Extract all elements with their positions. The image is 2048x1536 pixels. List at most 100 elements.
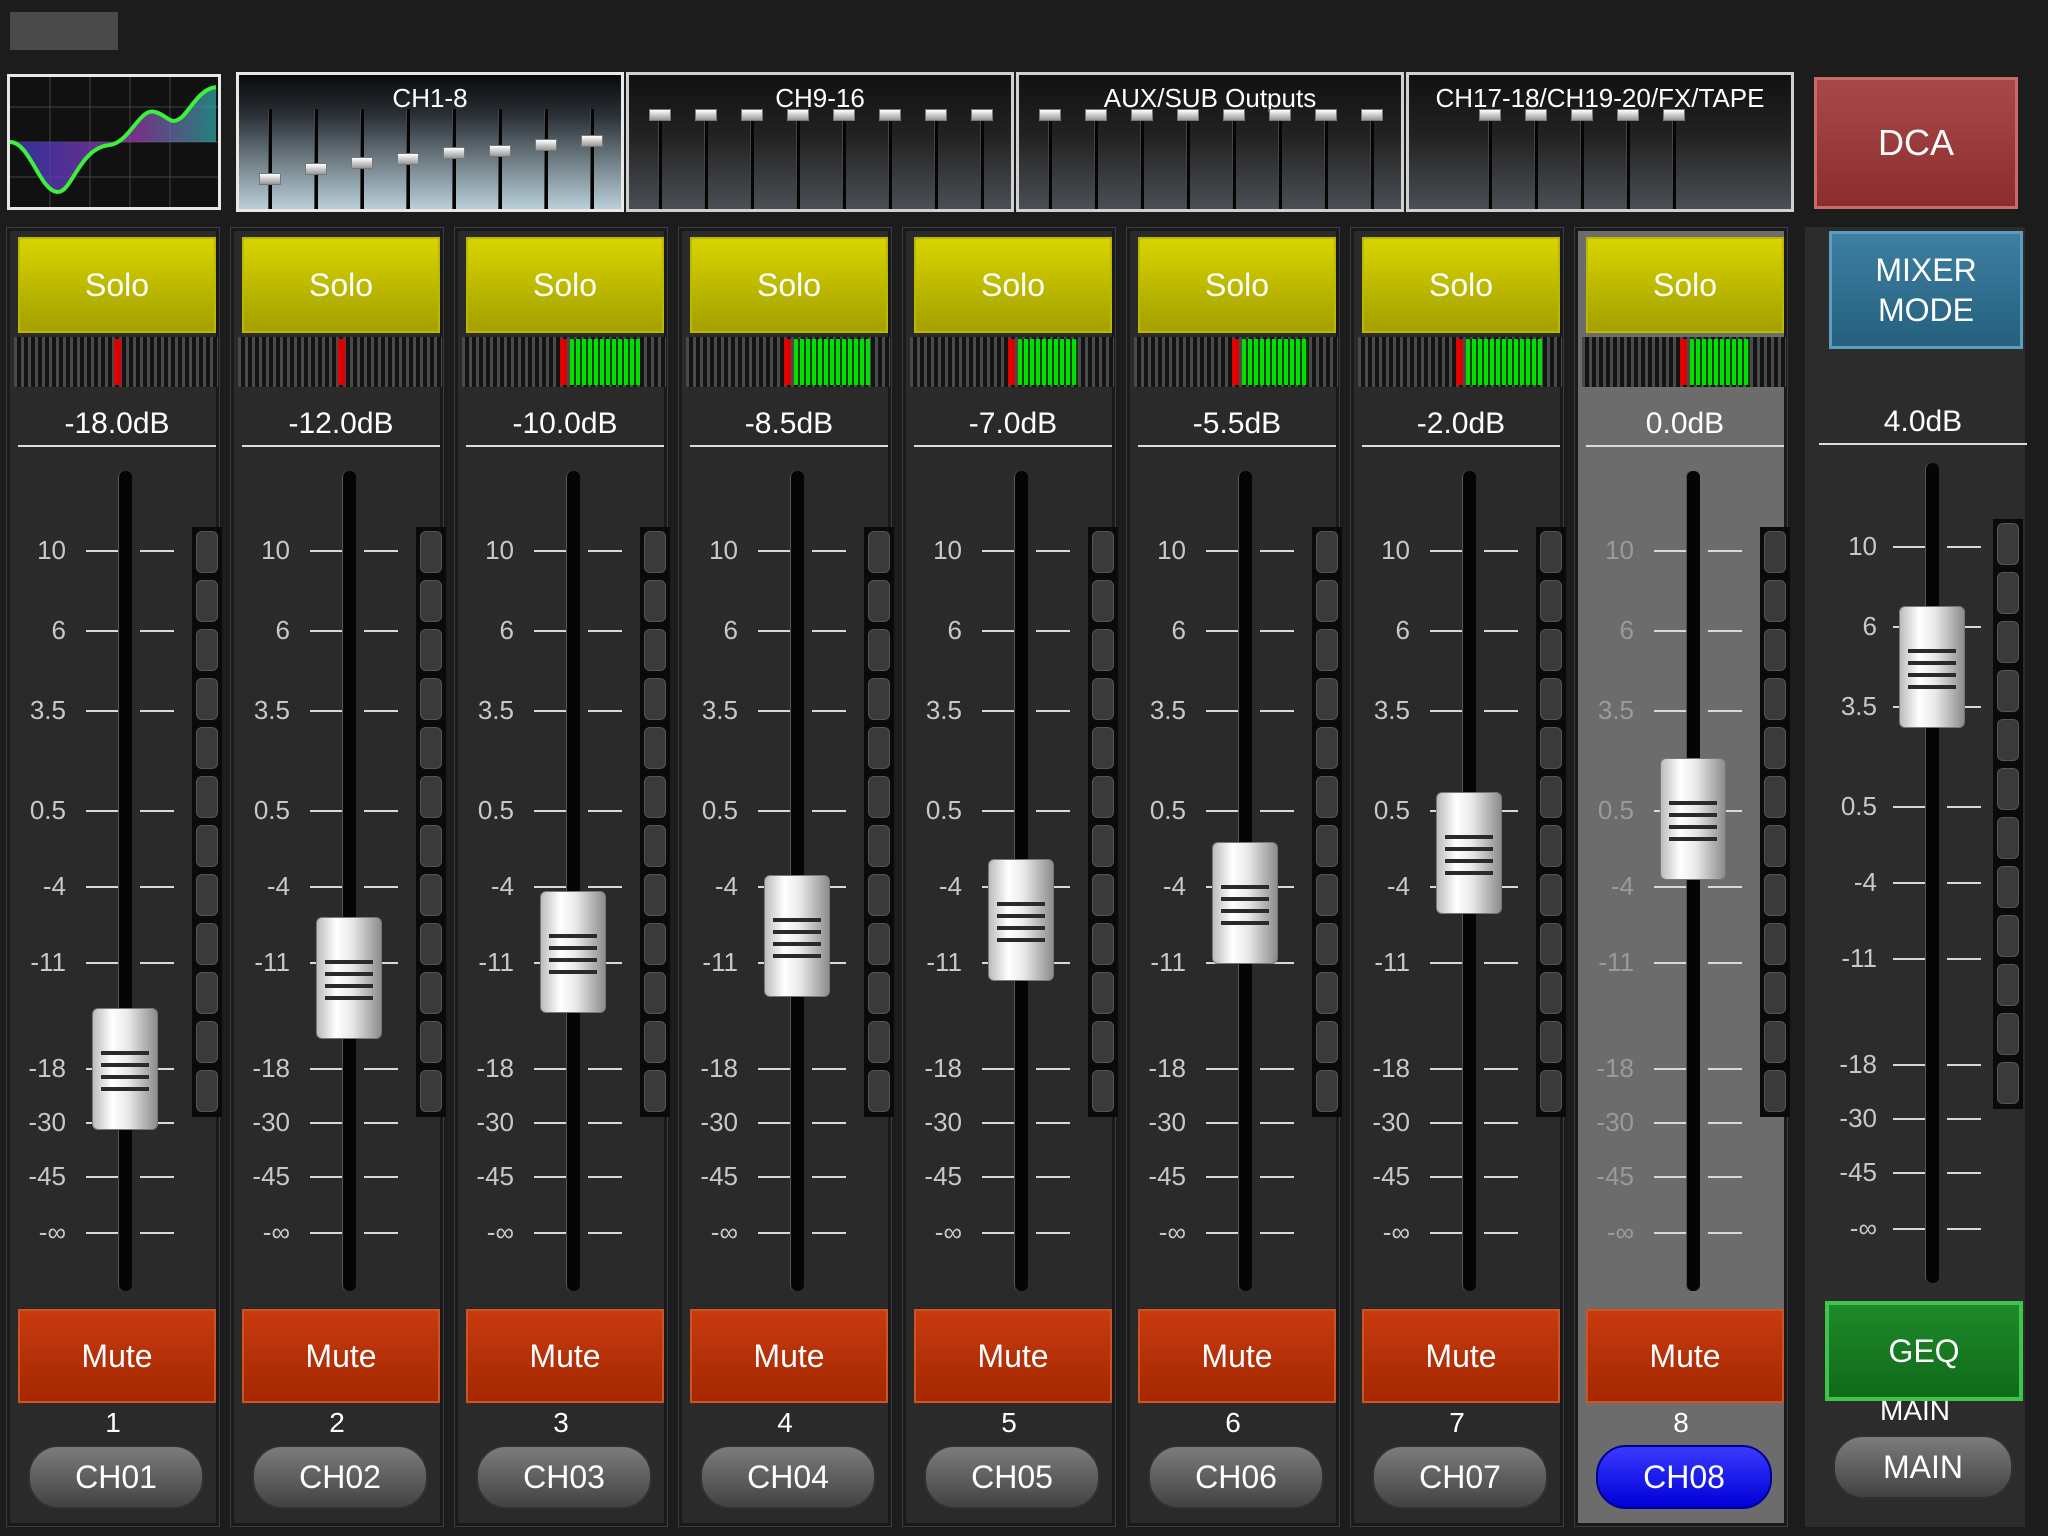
fader-track[interactable] bbox=[566, 471, 580, 1291]
bank-tab-label: CH1-8 bbox=[392, 83, 468, 113]
solo-button[interactable]: Solo bbox=[1362, 237, 1560, 333]
solo-button[interactable]: Solo bbox=[18, 237, 216, 333]
scale-label: -18 bbox=[1372, 1053, 1410, 1083]
mini-fader-icon bbox=[925, 109, 947, 209]
mini-fader-icon bbox=[489, 109, 511, 209]
fader-track[interactable] bbox=[342, 471, 356, 1291]
mini-fader-icon bbox=[971, 109, 993, 209]
mute-button[interactable]: Mute bbox=[690, 1309, 888, 1403]
solo-button[interactable]: Solo bbox=[466, 237, 664, 333]
scale-label: 3.5 bbox=[1840, 691, 1877, 721]
fader-knob[interactable] bbox=[1212, 842, 1278, 965]
scale-tick bbox=[588, 1068, 622, 1070]
mini-fader-icon bbox=[833, 109, 855, 209]
fader-track[interactable] bbox=[118, 471, 132, 1291]
channel-name-button[interactable]: CH07 bbox=[1372, 1445, 1548, 1509]
scale-tick bbox=[812, 550, 846, 552]
fader-knob[interactable] bbox=[988, 858, 1054, 981]
scale-tick bbox=[534, 1068, 568, 1070]
scale-tick bbox=[982, 1232, 1016, 1234]
channel-strip-8: Solo 0.0dB 10 6 3.5 0.5 -4 -11 -18 -30 -45 -∞ Mute 8 C… bbox=[1574, 227, 1790, 1527]
scale-tick bbox=[140, 962, 174, 964]
mute-button[interactable]: Mute bbox=[1362, 1309, 1560, 1403]
eq-curve-icon bbox=[10, 77, 218, 207]
scale-tick bbox=[982, 710, 1016, 712]
channel-name-button[interactable]: CH03 bbox=[476, 1445, 652, 1509]
fader-knob[interactable] bbox=[92, 1008, 158, 1130]
fader-knob[interactable] bbox=[1660, 758, 1726, 881]
bank-tab-1[interactable]: CH1-8 bbox=[236, 72, 624, 212]
fader-knob[interactable] bbox=[1899, 606, 1965, 728]
scale-tick bbox=[364, 1232, 398, 1234]
solo-button[interactable]: Solo bbox=[1138, 237, 1336, 333]
fader-track[interactable] bbox=[1925, 463, 1939, 1283]
scale-tick bbox=[1036, 630, 1070, 632]
scale-tick bbox=[310, 550, 344, 552]
scale-label: -11 bbox=[702, 947, 738, 977]
scale-tick bbox=[1947, 882, 1981, 884]
vertical-meter bbox=[416, 527, 446, 1117]
mini-fader-icon bbox=[1269, 109, 1291, 209]
solo-button[interactable]: Solo bbox=[1586, 237, 1784, 333]
mixer-mode-button[interactable]: MIXER MODE bbox=[1829, 231, 2023, 349]
solo-button[interactable]: Solo bbox=[914, 237, 1112, 333]
scale-label: 3.5 bbox=[925, 695, 962, 725]
scale-tick bbox=[1430, 1232, 1464, 1234]
scale-tick bbox=[812, 1176, 846, 1178]
fader-knob[interactable] bbox=[316, 917, 382, 1040]
geq-button[interactable]: GEQ bbox=[1825, 1301, 2023, 1401]
mute-button[interactable]: Mute bbox=[1586, 1309, 1784, 1403]
scale-label: -18 bbox=[28, 1053, 66, 1083]
top-tab-placeholder[interactable] bbox=[10, 12, 118, 50]
mute-button[interactable]: Mute bbox=[466, 1309, 664, 1403]
fader-knob[interactable] bbox=[764, 874, 830, 997]
vertical-meter bbox=[1312, 527, 1342, 1117]
scale-tick bbox=[982, 1122, 1016, 1124]
channel-name-button[interactable]: CH02 bbox=[252, 1445, 428, 1509]
eq-thumbnail[interactable] bbox=[7, 74, 221, 210]
scale-label: 0.5 bbox=[925, 795, 962, 825]
scale-tick bbox=[812, 710, 846, 712]
mute-button[interactable]: Mute bbox=[242, 1309, 440, 1403]
scale-tick bbox=[1430, 1176, 1464, 1178]
scale-label: 0.5 bbox=[1840, 791, 1877, 821]
level-meter bbox=[910, 337, 1114, 387]
scale-tick bbox=[1708, 550, 1742, 552]
channel-number: 8 bbox=[1673, 1407, 1689, 1438]
scale-label: 10 bbox=[1848, 531, 1877, 561]
scale-tick bbox=[310, 710, 344, 712]
scale-tick bbox=[1484, 1176, 1518, 1178]
bank-tab-4[interactable]: CH17-18/CH19-20/FX/TAPE bbox=[1406, 72, 1794, 212]
scale-tick bbox=[758, 630, 792, 632]
mute-button[interactable]: Mute bbox=[1138, 1309, 1336, 1403]
scale-tick bbox=[588, 1122, 622, 1124]
scale-tick bbox=[758, 710, 792, 712]
fader-track[interactable] bbox=[1686, 471, 1700, 1291]
bank-tab-3[interactable]: AUX/SUB Outputs bbox=[1016, 72, 1404, 212]
fader-knob[interactable] bbox=[540, 891, 606, 1014]
mini-fader-icon bbox=[879, 109, 901, 209]
scale-tick bbox=[1893, 806, 1927, 808]
solo-button[interactable]: Solo bbox=[690, 237, 888, 333]
mute-button[interactable]: Mute bbox=[914, 1309, 1112, 1403]
channel-name-button[interactable]: CH06 bbox=[1148, 1445, 1324, 1509]
scale-tick bbox=[534, 1122, 568, 1124]
scale-label: -18 bbox=[1596, 1053, 1634, 1083]
channel-name-button[interactable]: CH08 bbox=[1596, 1445, 1772, 1509]
scale-tick bbox=[982, 630, 1016, 632]
bank-tab-2[interactable]: CH9-16 bbox=[626, 72, 1014, 212]
channel-name-button[interactable]: CH04 bbox=[700, 1445, 876, 1509]
db-readout: 0.0dB bbox=[1586, 407, 1784, 447]
channel-number: 7 bbox=[1449, 1407, 1465, 1438]
bank-tab-label: AUX/SUB Outputs bbox=[1103, 83, 1317, 113]
channel-name-button[interactable]: CH05 bbox=[924, 1445, 1100, 1509]
dca-button[interactable]: DCA bbox=[1814, 77, 2018, 209]
channel-name-button[interactable]: CH01 bbox=[28, 1445, 204, 1509]
main-button[interactable]: MAIN bbox=[1833, 1435, 2013, 1499]
fader-knob[interactable] bbox=[1436, 792, 1502, 915]
mini-fader-icon bbox=[741, 109, 763, 209]
solo-button[interactable]: Solo bbox=[242, 237, 440, 333]
mute-button[interactable]: Mute bbox=[18, 1309, 216, 1403]
scale-label: -30 bbox=[252, 1107, 290, 1137]
scale-tick bbox=[1947, 958, 1981, 960]
